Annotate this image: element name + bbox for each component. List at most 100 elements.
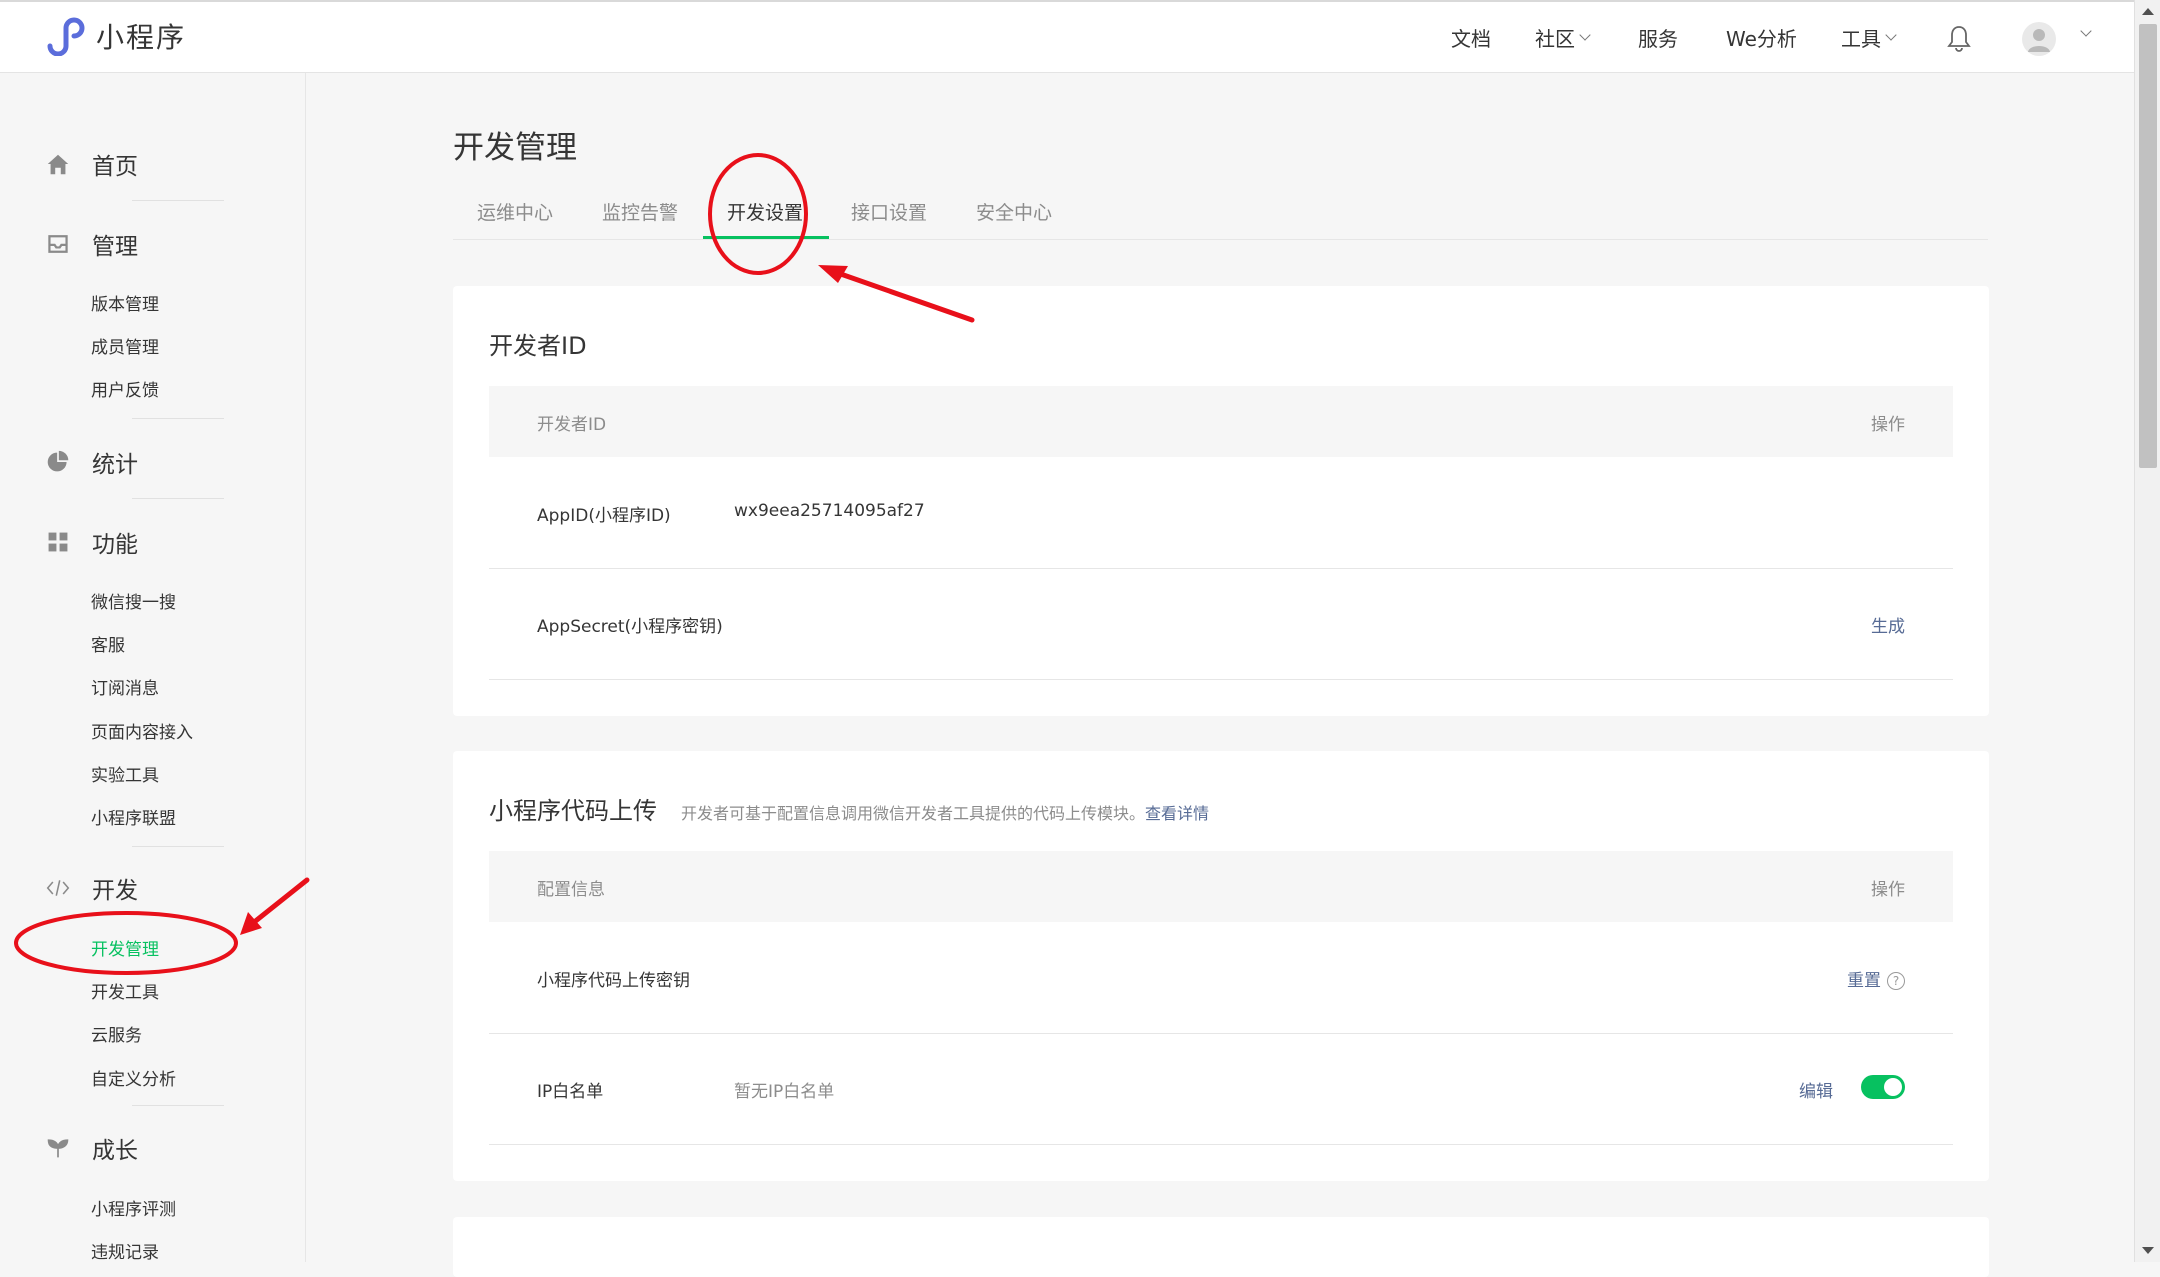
user-icon [2028,29,2050,52]
table-row-upload-key: 小程序代码上传密钥 重置? [489,922,1953,1034]
sidebar-divider [132,1105,224,1106]
bell-icon[interactable] [1946,24,1972,52]
sidebar-stats[interactable]: 统计 [44,445,138,479]
sidebar-item-wechat-search[interactable]: 微信搜一搜 [91,588,176,613]
code-upload-description-text: 开发者可基于配置信息调用微信开发者工具提供的代码上传模块。 [681,804,1146,823]
page-title: 开发管理 [453,130,577,166]
generate-secret-link[interactable]: 生成 [1871,612,1905,637]
page-scrollbar[interactable] [2134,0,2160,1262]
sidebar-manage[interactable]: 管理 [44,227,138,261]
appid-value: wx9eea25714095af27 [734,501,925,521]
tab-monitoring[interactable]: 监控告警 [602,198,678,225]
pie-chart-icon [44,448,72,476]
sidebar-growth[interactable]: 成长 [44,1131,138,1165]
annotation-arrow-tab-head [818,265,848,283]
column-header-config: 配置信息 [537,880,605,900]
upload-key-label: 小程序代码上传密钥 [537,971,690,991]
ip-whitelist-value: 暂无IP白名单 [734,1082,835,1102]
table-row-appid: AppID(小程序ID) wx9eea25714095af27 [489,457,1953,569]
nav-we-analytics-label: We分析 [1726,27,1797,51]
sidebar-home[interactable]: 首页 [44,147,138,181]
sidebar-divider [132,498,224,499]
inbox-icon [44,230,72,258]
appsecret-label: AppSecret(小程序密钥) [537,617,723,637]
avatar[interactable] [2022,22,2056,56]
sidebar-item-members[interactable]: 成员管理 [91,333,159,358]
sidebar-features[interactable]: 功能 [44,525,138,559]
nav-tools[interactable]: 工具 [1841,2,1897,73]
sidebar-divider [132,418,224,419]
sidebar-item-dev-manage[interactable]: 开发管理 [91,935,159,960]
tab-security-center[interactable]: 安全中心 [976,198,1052,225]
toggle-knob [1884,1078,1902,1096]
code-upload-table-header: 配置信息 操作 [489,851,1953,922]
developer-id-table-header: 开发者ID 操作 [489,386,1953,457]
sidebar-stats-label: 统计 [92,452,138,478]
help-question-icon[interactable]: ? [1887,972,1905,990]
tab-dev-settings[interactable]: 开发设置 [727,198,803,225]
scroll-down-arrow-icon[interactable] [2142,1247,2154,1254]
logo[interactable]: 小程序 [44,16,186,56]
column-header-actions: 操作 [1871,415,1905,435]
nav-docs-label: 文档 [1451,27,1491,51]
sidebar-features-label: 功能 [92,532,138,558]
upload-key-actions: 重置? [1847,966,1905,991]
app-name: 小程序 [96,21,187,54]
code-upload-card: 小程序代码上传 开发者可基于配置信息调用微信开发者工具提供的代码上传模块。查看详情… [453,751,1989,1181]
mini-program-logo-icon [47,17,85,56]
tab-api-settings[interactable]: 接口设置 [851,198,927,225]
code-icon [44,874,72,902]
sidebar-item-page-content[interactable]: 页面内容接入 [91,718,193,743]
avatar-chevron-down-icon[interactable] [2080,25,2092,37]
sidebar-item-subscription[interactable]: 订阅消息 [91,674,159,699]
sidebar-item-feedback[interactable]: 用户反馈 [91,376,159,401]
sprout-icon [44,1134,72,1162]
next-card [453,1217,1989,1277]
sidebar-item-dev-tools[interactable]: 开发工具 [91,978,159,1003]
nav-services-label: 服务 [1638,27,1678,51]
sidebar-divider [132,846,224,847]
nav-community-label: 社区 [1535,27,1575,51]
sidebar-item-violations[interactable]: 违规记录 [91,1238,159,1263]
ip-whitelist-label: IP白名单 [537,1082,604,1102]
edit-ip-whitelist-link[interactable]: 编辑 [1799,1077,1833,1102]
nav-tools-label: 工具 [1841,27,1881,51]
nav-docs[interactable]: 文档 [1451,2,1491,73]
grid-icon [44,528,72,556]
appid-label: AppID(小程序ID) [537,506,671,526]
sidebar-item-experiment[interactable]: 实验工具 [91,761,159,786]
sidebar-item-evaluation[interactable]: 小程序评测 [91,1195,176,1220]
sidebar-home-label: 首页 [92,154,138,180]
table-row-appsecret: AppSecret(小程序密钥) 生成 [489,568,1953,680]
code-upload-title-text: 小程序代码上传 [489,797,657,825]
code-upload-description: 开发者可基于配置信息调用微信开发者工具提供的代码上传模块。查看详情 [681,804,1209,823]
sidebar-dev-label: 开发 [92,878,138,904]
sidebar-item-customer-service[interactable]: 客服 [91,631,125,656]
sidebar-dev[interactable]: 开发 [44,871,138,905]
nav-services[interactable]: 服务 [1638,2,1678,73]
chevron-down-icon [1885,29,1897,41]
sidebar-item-custom-analytics[interactable]: 自定义分析 [91,1065,176,1090]
sidebar: 首页 管理 版本管理 成员管理 用户反馈 统计 功能 微信搜一搜 客服 订阅消息… [0,73,306,1263]
ip-whitelist-toggle[interactable] [1861,1075,1905,1099]
home-icon [44,150,72,178]
scroll-thumb[interactable] [2139,24,2157,468]
sidebar-item-alliance[interactable]: 小程序联盟 [91,804,176,829]
reset-key-link[interactable]: 重置 [1847,971,1881,991]
active-tab-indicator [703,236,829,239]
sidebar-item-version[interactable]: 版本管理 [91,290,159,315]
sidebar-item-cloud[interactable]: 云服务 [91,1021,142,1046]
tab-ops-center[interactable]: 运维中心 [477,198,553,225]
table-row-ip-whitelist: IP白名单 暂无IP白名单 编辑 [489,1033,1953,1145]
column-header-developer-id: 开发者ID [537,415,607,435]
top-bar: 小程序 文档 社区 服务 We分析 工具 [0,0,2134,73]
sidebar-growth-label: 成长 [92,1138,138,1164]
nav-we-analytics[interactable]: We分析 [1726,2,1797,73]
scroll-up-arrow-icon[interactable] [2142,8,2154,15]
column-header-actions: 操作 [1871,880,1905,900]
code-upload-title: 小程序代码上传 开发者可基于配置信息调用微信开发者工具提供的代码上传模块。查看详情 [489,791,1209,826]
view-details-link[interactable]: 查看详情 [1145,804,1209,823]
nav-community[interactable]: 社区 [1535,2,1591,73]
developer-id-title: 开发者ID [489,332,587,360]
developer-id-card: 开发者ID 开发者ID 操作 AppID(小程序ID) wx9eea257140… [453,286,1989,716]
